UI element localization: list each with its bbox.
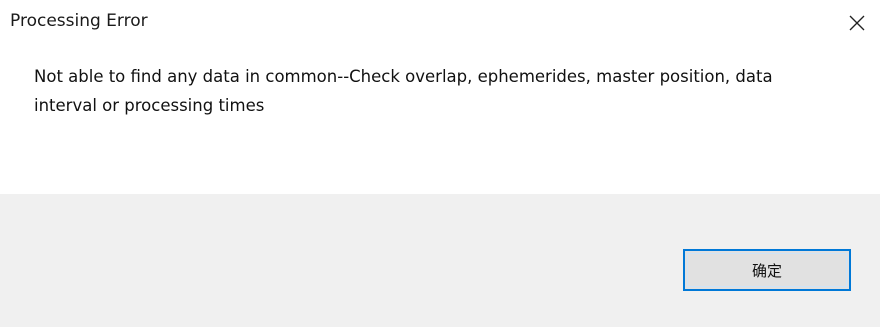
dialog-footer: 确定 (0, 194, 880, 327)
dialog-title: Processing Error (10, 11, 148, 31)
ok-button-label: 确定 (751, 261, 782, 280)
title-bar: Processing Error (0, 0, 880, 46)
ok-button[interactable]: 确定 (683, 249, 851, 291)
close-icon (849, 15, 865, 31)
error-message: Not able to find any data in common--Che… (34, 67, 773, 115)
close-button[interactable] (834, 0, 880, 46)
error-dialog: Processing Error Not able to find any da… (0, 0, 880, 327)
